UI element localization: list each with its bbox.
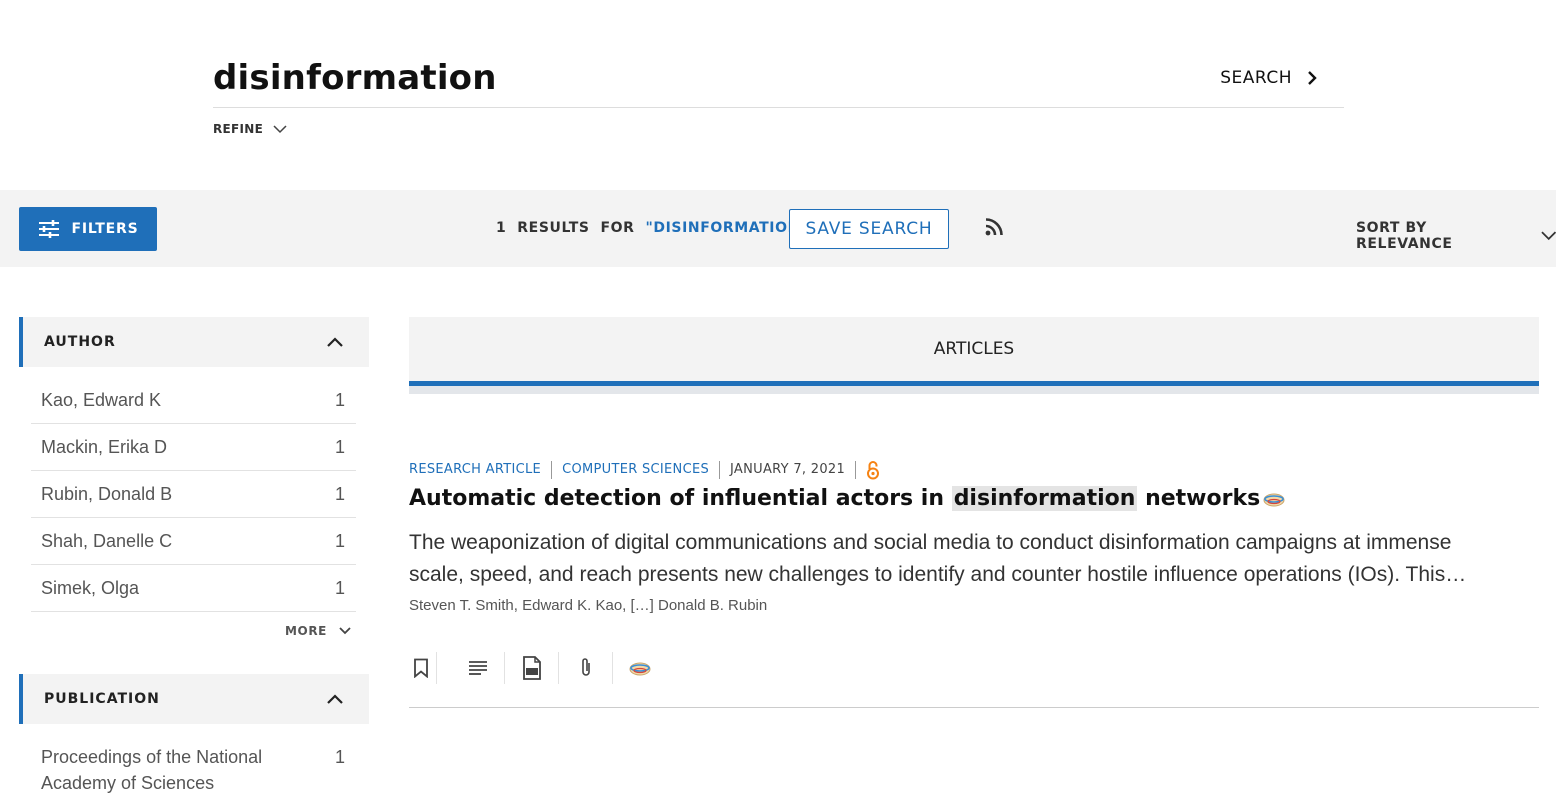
chevron-right-icon xyxy=(1308,70,1317,85)
save-search-button[interactable]: SAVE SEARCH xyxy=(789,209,949,249)
abstract-line: The weaponization of digital communicati… xyxy=(409,531,1452,554)
chevron-up-icon xyxy=(327,337,343,347)
facet-item-count: 1 xyxy=(334,530,345,551)
more-label: MORE xyxy=(285,624,327,638)
results-label: RESULTS xyxy=(517,220,590,236)
title-text: Automatic detection of influential actor… xyxy=(409,486,952,511)
content-type-tabs: ARTICLES xyxy=(409,317,1539,394)
facet-item-count: 1 xyxy=(334,747,345,767)
result-title-link[interactable]: Automatic detection of influential actor… xyxy=(409,486,1286,511)
abstract-icon xyxy=(468,661,487,675)
search-bar: disinformation SEARCH xyxy=(213,48,1344,108)
author-facet-item[interactable]: Simek, Olga 1 xyxy=(31,565,356,612)
refine-label: REFINE xyxy=(213,122,264,136)
publication-date: JANUARY 7, 2021 xyxy=(720,461,857,479)
result-meta: RESEARCH ARTICLE COMPUTER SCIENCES JANUA… xyxy=(409,460,880,480)
results-count: 1 xyxy=(496,220,507,236)
facet-item-label: Rubin, Donald B xyxy=(41,483,173,504)
author-more-button[interactable]: MORE xyxy=(285,624,351,638)
subject-link[interactable]: COMPUTER SCIENCES xyxy=(552,461,721,479)
tab-articles[interactable]: ARTICLES xyxy=(409,317,1539,386)
filters-button[interactable]: FILTERS xyxy=(19,207,157,251)
abstract-button[interactable] xyxy=(451,652,505,684)
search-row: disinformation SEARCH xyxy=(213,48,1344,108)
result-abstract: The weaponization of digital communicati… xyxy=(409,527,1534,591)
facet-item-count: 1 xyxy=(334,577,345,598)
facet-item-label: Proceedings of the National Academy of S… xyxy=(41,747,263,793)
sliders-icon xyxy=(38,220,59,238)
facet-item-label: Shah, Danelle C xyxy=(41,530,173,551)
facet-item-label: Mackin, Erika D xyxy=(41,436,168,457)
author-facet-title: AUTHOR xyxy=(44,334,116,350)
title-highlight: disinformation xyxy=(951,486,1138,511)
author-facet-item[interactable]: Rubin, Donald B 1 xyxy=(31,471,356,518)
publication-facet-item[interactable]: Proceedings of the National Academy of S… xyxy=(31,744,356,796)
pdf-button[interactable] xyxy=(505,652,559,684)
result-authors: Steven T. Smith, Edward K. Kao, […] Dona… xyxy=(409,597,768,614)
chevron-up-icon xyxy=(327,694,343,704)
facet-item-count: 1 xyxy=(334,436,345,457)
open-access-icon xyxy=(856,460,880,480)
altmetric-icon xyxy=(629,662,651,676)
facet-item-count: 1 xyxy=(334,389,345,410)
article-type-link[interactable]: RESEARCH ARTICLE xyxy=(409,461,553,479)
paperclip-icon xyxy=(581,658,590,676)
sort-label: SORT BY RELEVANCE xyxy=(1356,220,1453,252)
publication-facet-title: PUBLICATION xyxy=(44,691,160,707)
refine-toggle[interactable]: REFINE xyxy=(213,122,287,136)
author-facet-item[interactable]: Mackin, Erika D 1 xyxy=(31,424,356,471)
search-button-label: SEARCH xyxy=(1220,67,1292,88)
filters-label: FILTERS xyxy=(71,221,139,237)
result-divider xyxy=(409,707,1539,708)
rss-feed-link[interactable] xyxy=(984,217,1004,242)
author-facet-list: Kao, Edward K 1 Mackin, Erika D 1 Rubin,… xyxy=(31,377,356,612)
title-text-end: networks xyxy=(1137,486,1261,511)
facet-item-count: 1 xyxy=(334,483,345,504)
author-facet-item[interactable]: Shah, Danelle C 1 xyxy=(31,518,356,565)
search-query[interactable]: disinformation xyxy=(213,58,497,98)
facet-item-label: Simek, Olga xyxy=(41,577,140,598)
sort-dropdown[interactable]: SORT BY RELEVANCE xyxy=(1356,220,1556,252)
rss-icon xyxy=(985,218,1003,236)
tab-underbar xyxy=(409,386,1539,394)
supplementary-button[interactable] xyxy=(559,652,613,684)
results-query: "DISINFORMATION" xyxy=(645,220,808,236)
publication-facet-list: Proceedings of the National Academy of S… xyxy=(31,744,356,796)
bookmark-icon xyxy=(414,658,428,678)
publication-facet-header[interactable]: PUBLICATION xyxy=(19,674,369,724)
chevron-down-icon xyxy=(339,627,351,635)
altmetric-button[interactable] xyxy=(613,652,667,684)
results-summary: 1 RESULTS FOR "DISINFORMATION" xyxy=(496,220,808,236)
results-for-label: FOR xyxy=(600,220,635,236)
pdf-icon xyxy=(522,656,541,680)
author-facet-header[interactable]: AUTHOR xyxy=(19,317,369,367)
chevron-down-icon xyxy=(1540,231,1556,241)
facet-item-label: Kao, Edward K xyxy=(41,389,162,410)
bookmark-button[interactable] xyxy=(409,652,437,684)
chevron-down-icon xyxy=(273,124,287,133)
author-facet-item[interactable]: Kao, Edward K 1 xyxy=(31,377,356,424)
result-actions xyxy=(409,652,667,684)
search-button[interactable]: SEARCH xyxy=(1220,68,1318,88)
abstract-line: scale, speed, and reach presents new cha… xyxy=(409,563,1467,586)
altmetric-icon xyxy=(1262,490,1286,508)
results-toolbar: FILTERS 1 RESULTS FOR "DISINFORMATION" S… xyxy=(0,190,1556,267)
